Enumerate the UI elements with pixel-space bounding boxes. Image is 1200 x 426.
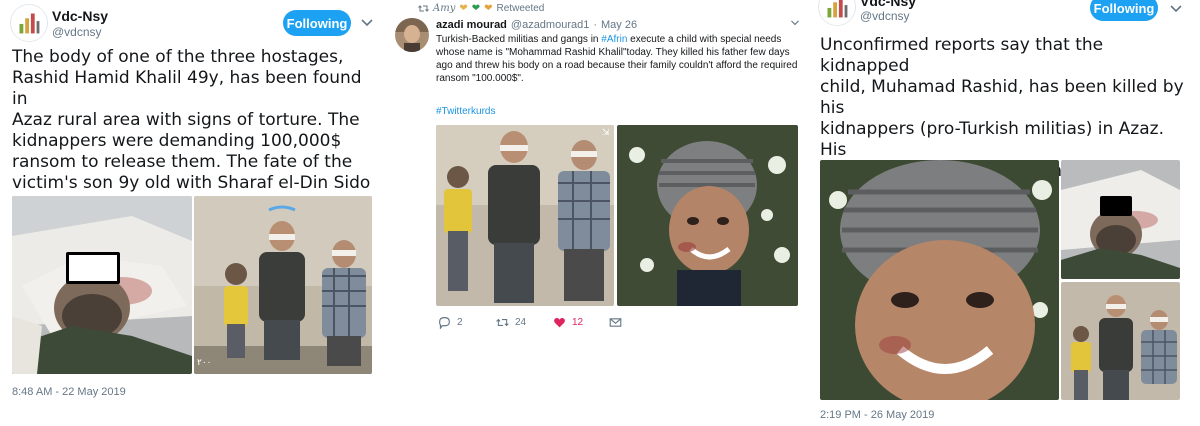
tweet-photo-hostages[interactable]: ⇲: [436, 125, 614, 306]
photo-watermark: ٢٠٠: [197, 358, 212, 368]
tweet-date[interactable]: May 26: [601, 19, 637, 31]
tweet-photo-1[interactable]: [12, 196, 192, 374]
retweet-context: Amy ❤ ❤ ❤ Retweeted: [418, 3, 544, 14]
reply-icon: [439, 317, 450, 329]
tweet-photo-body[interactable]: [1061, 160, 1180, 279]
following-button[interactable]: Following: [283, 10, 351, 36]
separator-dot: ·: [593, 19, 598, 31]
author-handle[interactable]: @vdcnsy: [52, 25, 102, 39]
tweet-photo-child[interactable]: [617, 125, 798, 306]
retweet-count: 24: [515, 317, 527, 328]
following-button[interactable]: Following: [1090, 0, 1158, 21]
heart-emoji-icon-3: ❤: [484, 3, 493, 14]
chevron-down-icon[interactable]: [1169, 2, 1183, 16]
author-name[interactable]: Vdc-Nsy: [52, 8, 108, 24]
reply-action[interactable]: 2: [438, 316, 463, 329]
tweet-photo-child[interactable]: [820, 160, 1059, 400]
heart-emoji-icon: ❤: [459, 3, 468, 14]
hashtag-afrin[interactable]: #Afrin: [601, 34, 627, 45]
tweet-photo-2[interactable]: [194, 196, 372, 374]
reply-count: 2: [457, 317, 463, 328]
tweet-photo-hostages[interactable]: [1061, 282, 1180, 400]
author-handle[interactable]: @vdcnsy: [860, 9, 910, 23]
heart-icon: [554, 317, 565, 328]
envelope-icon: [609, 318, 622, 327]
dm-action[interactable]: [609, 316, 622, 329]
retweeter-name[interactable]: Amy: [433, 3, 455, 14]
vdc-logo-icon: [11, 5, 47, 41]
svg-text:⇲: ⇲: [602, 128, 610, 138]
tweet-timestamp[interactable]: 2:19 PM - 26 May 2019: [820, 409, 934, 421]
retweeted-label: Retweeted: [496, 3, 545, 14]
hashtag-twitterkurds[interactable]: #Twitterkurds: [436, 106, 495, 117]
retweet-action[interactable]: 24: [496, 316, 526, 329]
author-name[interactable]: azadi mourad: [436, 19, 507, 31]
author-handle[interactable]: @azadmourad1: [511, 19, 589, 31]
tweet-text: Turkish-Backed militias and gangs in #Af…: [436, 33, 806, 85]
chevron-down-icon[interactable]: [790, 18, 800, 28]
redaction-box: [66, 252, 120, 284]
retweet-icon: [496, 318, 509, 327]
tweet-timestamp[interactable]: 8:48 AM - 22 May 2019: [12, 386, 126, 398]
chevron-down-icon[interactable]: [360, 16, 374, 30]
like-count: 12: [572, 317, 584, 328]
tweet-text-part1: Turkish-Backed militias and gangs in: [436, 34, 602, 45]
tweet-text: The body of one of the three hostages, R…: [12, 47, 371, 214]
retweet-icon: [418, 5, 429, 12]
like-action[interactable]: 12: [553, 316, 583, 329]
author-avatar[interactable]: [10, 4, 48, 42]
author-avatar[interactable]: [395, 18, 429, 52]
author-name[interactable]: Vdc-Nsy: [860, 0, 916, 9]
heart-emoji-icon-2: ❤: [471, 3, 481, 14]
tweet-header: azadi mourad @azadmourad1 · May 26: [436, 19, 637, 31]
redaction-box: [1100, 196, 1132, 216]
